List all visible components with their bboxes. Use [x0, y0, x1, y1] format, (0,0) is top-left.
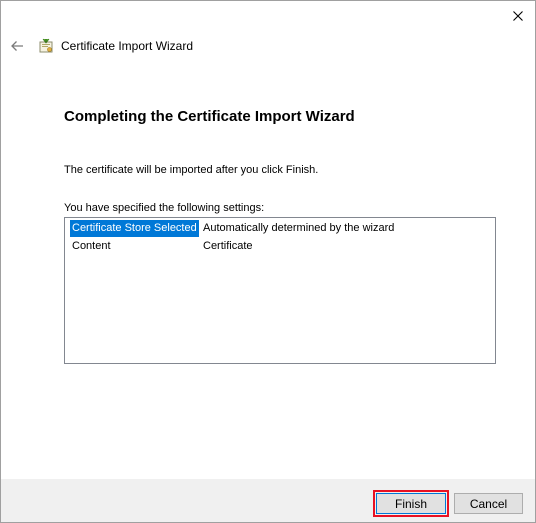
- settings-list[interactable]: Certificate Store Selected Automatically…: [64, 217, 496, 364]
- wizard-title: Certificate Import Wizard: [61, 39, 194, 53]
- settings-row-value: Certificate: [203, 240, 253, 252]
- cancel-button[interactable]: Cancel: [454, 493, 523, 514]
- back-arrow-icon: [11, 41, 23, 51]
- settings-label: You have specified the following setting…: [64, 202, 265, 214]
- certificate-wizard-icon: [39, 38, 53, 53]
- certificate-import-wizard-window: Certificate Import Wizard Completing the…: [0, 0, 536, 523]
- settings-row-store[interactable]: Certificate Store Selected Automatically…: [67, 220, 487, 237]
- close-button[interactable]: [501, 1, 535, 31]
- close-icon: [513, 11, 523, 21]
- wizard-footer: Finish Cancel: [1, 479, 535, 522]
- settings-row-content[interactable]: Content Certificate: [67, 238, 487, 255]
- settings-row-value: Automatically determined by the wizard: [203, 222, 395, 234]
- finish-button[interactable]: Finish: [373, 490, 449, 517]
- settings-row-name: Content: [72, 240, 111, 252]
- page-heading: Completing the Certificate Import Wizard: [64, 108, 355, 125]
- wizard-header: Certificate Import Wizard: [1, 31, 401, 61]
- info-text: The certificate will be imported after y…: [64, 164, 319, 176]
- settings-row-name: Certificate Store Selected: [70, 220, 199, 237]
- back-button[interactable]: [7, 37, 27, 55]
